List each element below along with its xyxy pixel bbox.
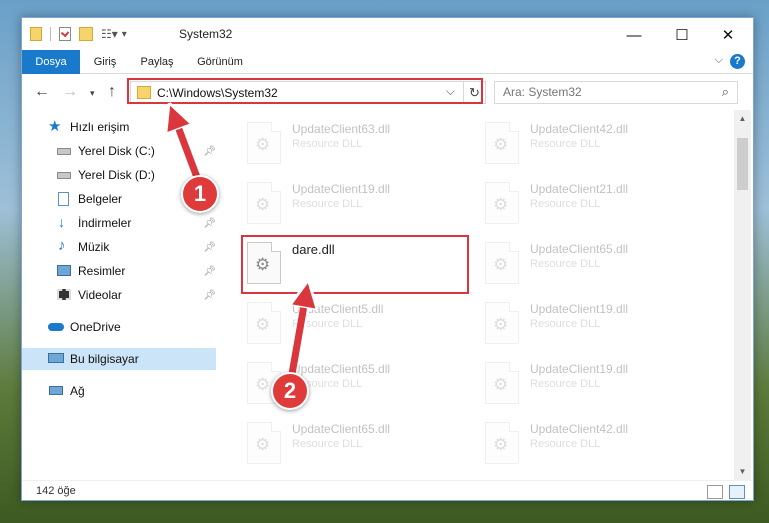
annotation-arrows: [0, 0, 769, 379]
step-badge-2: 2: [271, 372, 309, 410]
step-badge-1: 1: [181, 175, 219, 213]
arrow-1: [174, 116, 202, 182]
